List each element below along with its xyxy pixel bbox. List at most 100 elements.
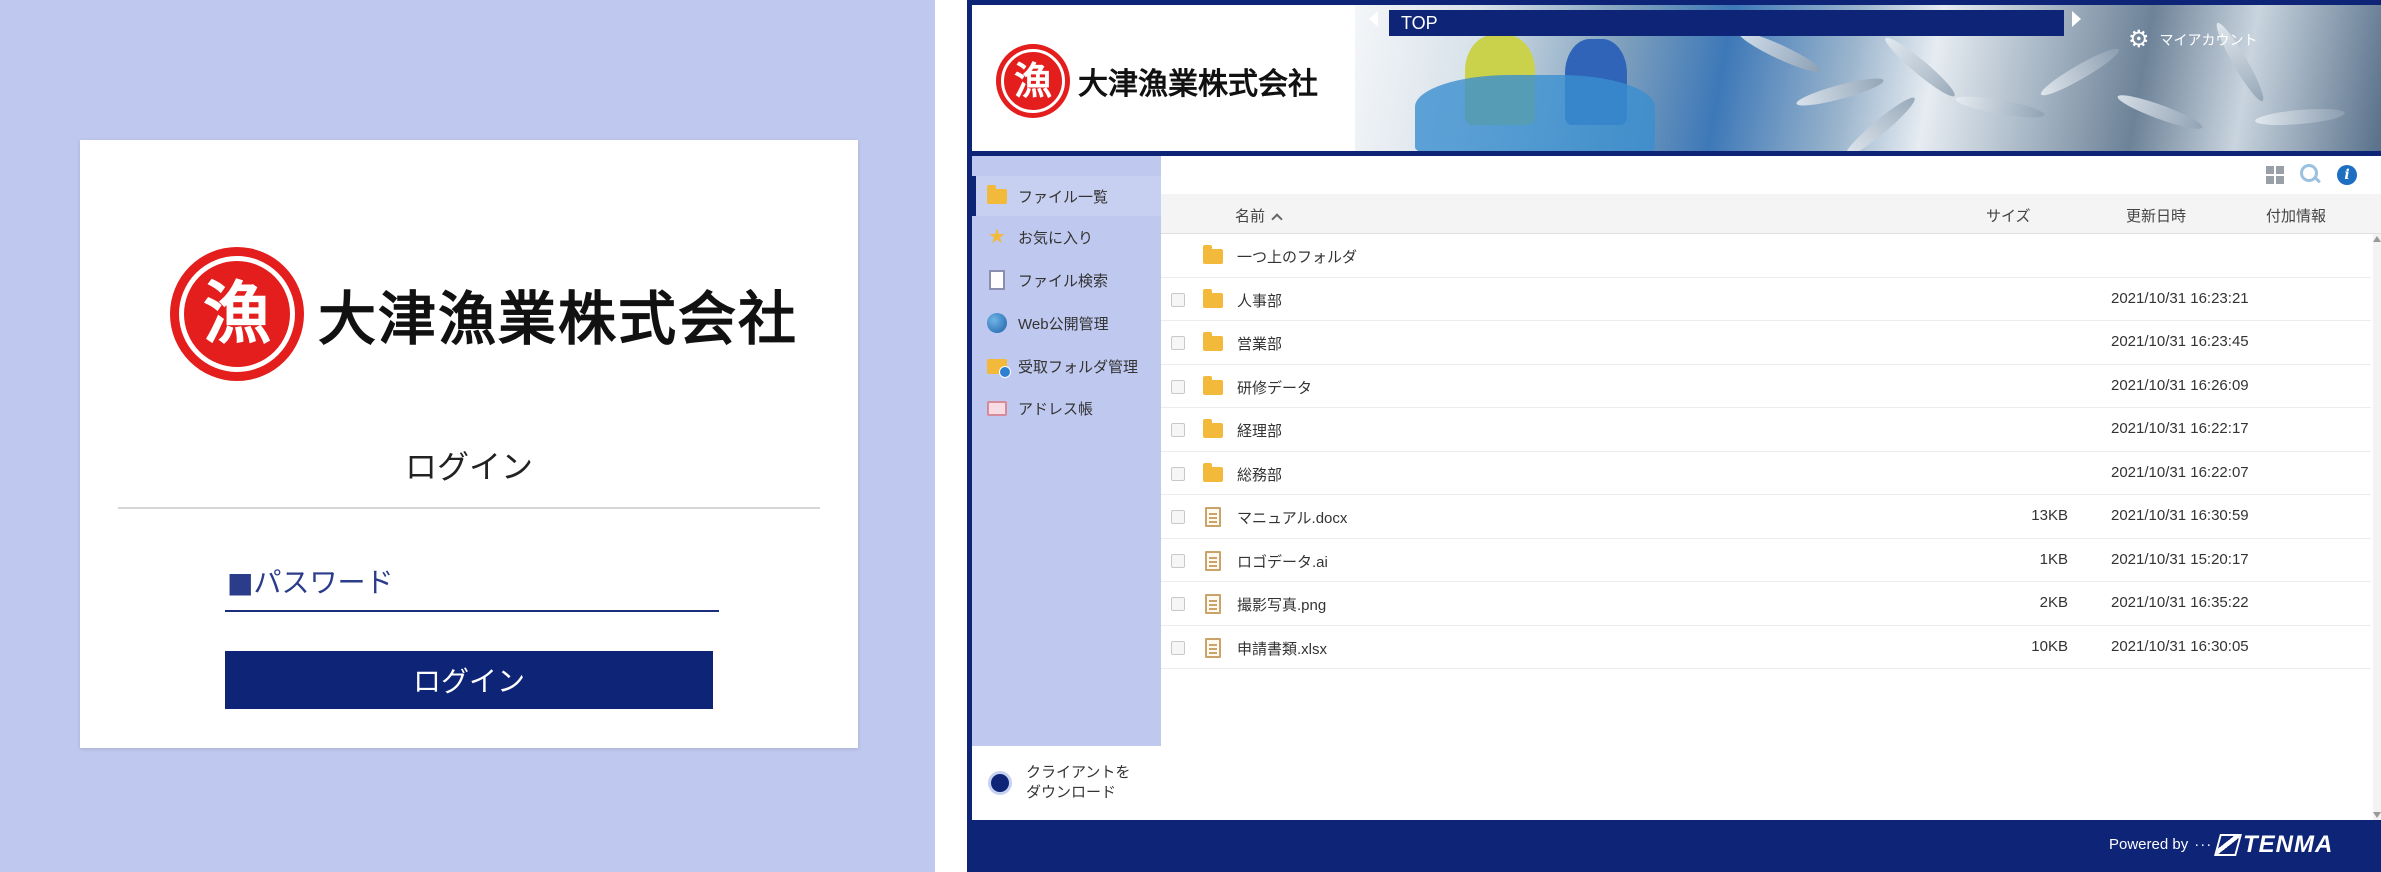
table-row[interactable]: 経理部 2021/10/31 16:22:17 (1161, 408, 2371, 452)
sidebar-item-file-search[interactable]: ファイル検索 (972, 260, 1161, 300)
table-row[interactable]: 撮影写真.png 2KB 2021/10/31 16:35:22 (1161, 582, 2371, 626)
file-size: 10KB (2031, 637, 2068, 655)
table-row[interactable]: 総務部 2021/10/31 16:22:07 (1161, 452, 2371, 495)
search-icon[interactable] (2299, 163, 2321, 185)
file-date: 2021/10/31 15:20:17 (2111, 550, 2249, 568)
file-size: 13KB (2031, 507, 2068, 524)
divider (118, 507, 820, 509)
breadcrumb-forward-icon[interactable] (2072, 11, 2081, 27)
header-company-logo: 漁 大津漁業株式会社 (996, 43, 1336, 119)
row-checkbox[interactable] (1171, 553, 1185, 568)
file-name: 経理部 (1237, 423, 1283, 440)
scroll-down-icon[interactable] (2373, 812, 2381, 818)
info-icon[interactable]: i (2337, 165, 2357, 185)
table-row[interactable]: ロゴデータ.ai 1KB 2021/10/31 15:20:17 (1161, 539, 2371, 582)
sidebar-item-label: お気に入り (1018, 229, 1094, 247)
table-row[interactable]: 営業部 2021/10/31 16:23:45 (1161, 321, 2371, 365)
sidebar-item-label: Web公開管理 (1018, 315, 1109, 333)
file-size: 2KB (2039, 594, 2068, 611)
powered-by-text: Powered by ··· (2109, 836, 2212, 853)
column-header-name[interactable]: 名前 (1235, 205, 1283, 226)
download-client-button[interactable]: クライアントを ダウンロード (972, 746, 1161, 820)
file-name: ロゴデータ.ai (1237, 553, 1328, 571)
file-name: マニュアル.docx (1237, 510, 1348, 527)
header-company-name: 大津漁業株式会社 (1078, 67, 1318, 102)
file-name: 人事部 (1237, 292, 1283, 310)
column-header-date[interactable]: 更新日時 (2126, 205, 2186, 226)
row-checkbox[interactable] (1171, 423, 1185, 437)
fishery-seal-icon: 漁 (996, 44, 1070, 118)
tenma-brand: TENMA (2243, 831, 2334, 858)
fish-shape (1954, 92, 2046, 122)
up-folder-row[interactable]: 一つ上のフォルダ (1161, 234, 2371, 278)
login-card: 漁 大津漁業株式会社 ログイン ログイン (80, 140, 858, 748)
breadcrumb[interactable]: TOP (1389, 10, 2064, 36)
scrollbar[interactable] (2373, 234, 2381, 820)
file-date: 2021/10/31 16:23:21 (2111, 289, 2249, 307)
grid-view-icon[interactable] (2266, 166, 2284, 184)
file-list: 一つ上のフォルダ 人事部 2021/10/31 16:23:21 営業部 2021/1… (1161, 234, 2371, 674)
seal-char: 漁 (1013, 58, 1052, 103)
table-row[interactable]: 人事部 2021/10/31 16:23:21 (1161, 278, 2371, 321)
breadcrumb-back-icon[interactable] (1369, 11, 1378, 27)
company-name: 大津漁業株式会社 (318, 285, 799, 353)
file-size: 1KB (2039, 550, 2068, 568)
password-field[interactable] (225, 560, 719, 612)
table-row[interactable]: 研修データ 2021/10/31 16:26:09 (1161, 365, 2371, 408)
row-checkbox[interactable] (1171, 640, 1185, 655)
table-row[interactable]: マニュアル.docx 13KB 2021/10/31 16:30:59 (1161, 495, 2371, 539)
header: 漁 大津漁業株式会社 TOP ⚙ マイアカウント (967, 0, 2381, 156)
tenma-mark-icon (2214, 834, 2242, 856)
fish-shape (2254, 106, 2346, 128)
account-menu[interactable]: ⚙ マイアカウント (2128, 25, 2258, 54)
sidebar-item-receive-folder[interactable]: 受取フォルダ管理 (972, 346, 1161, 386)
fish-shape (1881, 32, 1959, 102)
file-name: 営業部 (1237, 336, 1283, 353)
sidebar-item-label: アドレス帳 (1018, 400, 1094, 418)
fish-shape (2037, 43, 2123, 101)
file-browser-window: 漁 大津漁業株式会社 TOP ⚙ マイアカウント ファイル一覧 ★ お気に入り … (967, 0, 2381, 872)
footer: Powered by ··· TENMA (967, 820, 2381, 872)
company-logo: 漁 大津漁業株式会社 (170, 245, 796, 383)
folder-icon (986, 184, 1008, 207)
sidebar-item-file-list[interactable]: ファイル一覧 (972, 176, 1161, 216)
row-checkbox[interactable] (1171, 336, 1185, 350)
sidebar-item-label: ファイル一覧 (1018, 188, 1109, 206)
sidebar-item-label: 受取フォルダ管理 (1018, 358, 1139, 376)
fish-shape (1841, 92, 1919, 151)
fishery-seal-icon: 漁 (170, 247, 304, 381)
powered-by-dots: ··· (2194, 836, 2213, 853)
tenma-logo: TENMA (2214, 831, 2334, 859)
tarp-shape (1415, 75, 1655, 151)
powered-by-label: Powered by (2109, 836, 2189, 853)
row-checkbox[interactable] (1171, 379, 1185, 394)
file-name: 申請書類.xlsx (1237, 640, 1328, 658)
file-date: 2021/10/31 16:26:09 (2111, 376, 2249, 394)
toolbar: i (1161, 156, 2381, 194)
fish-shape (1794, 73, 1886, 111)
row-checkbox[interactable] (1171, 292, 1185, 307)
file-date: 2021/10/31 16:23:45 (2111, 333, 2249, 350)
column-header-size[interactable]: サイズ (1986, 205, 2031, 226)
sidebar-item-favorites[interactable]: ★ お気に入り (972, 217, 1161, 257)
row-checkbox[interactable] (1171, 597, 1185, 611)
account-label: マイアカウント (2159, 31, 2258, 48)
sidebar-item-web-publish[interactable]: Web公開管理 (972, 303, 1161, 343)
sort-ascending-icon (1271, 213, 1283, 225)
download-globe-icon (988, 771, 1012, 795)
seal-char: 漁 (202, 274, 271, 354)
column-header-name-label: 名前 (1235, 208, 1266, 225)
file-date: 2021/10/31 16:22:17 (2111, 420, 2249, 437)
column-header-extra[interactable]: 付加情報 (2266, 205, 2326, 226)
sidebar-item-address-book[interactable]: アドレス帳 (972, 388, 1161, 428)
table-row[interactable]: 申請書類.xlsx 10KB 2021/10/31 16:30:05 (1161, 626, 2371, 669)
login-button[interactable]: ログイン (225, 651, 713, 709)
scroll-up-icon[interactable] (2373, 236, 2381, 242)
download-client-label: クライアントを ダウンロード (1026, 764, 1131, 801)
login-title: ログイン (404, 448, 533, 486)
file-name: 総務部 (1237, 466, 1283, 484)
row-checkbox[interactable] (1171, 510, 1185, 524)
row-checkbox[interactable] (1171, 466, 1185, 481)
table-header: 名前 サイズ 更新日時 付加情報 (1161, 194, 2381, 234)
address-book-icon (986, 397, 1008, 419)
